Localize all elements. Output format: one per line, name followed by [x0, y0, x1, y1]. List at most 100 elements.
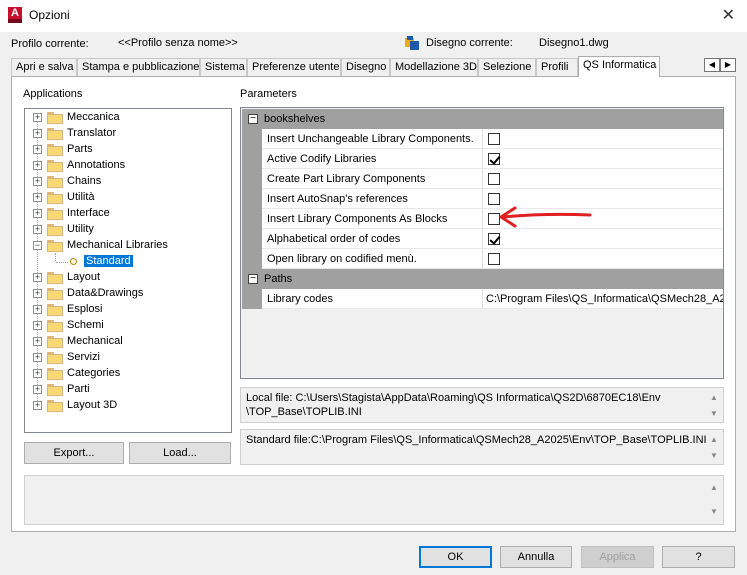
category-row-paths[interactable]: − Paths	[242, 269, 723, 289]
tree-item-parti[interactable]: + Parti	[25, 382, 231, 398]
tab-preferenze-utente[interactable]: Preferenze utente	[247, 58, 341, 76]
local-file-scrollbar[interactable]: ▲ ▼	[707, 390, 721, 422]
expand-icon[interactable]: +	[33, 161, 42, 170]
tree-item-data-drawings[interactable]: + Data&Drawings	[25, 286, 231, 302]
expand-icon[interactable]: +	[33, 353, 42, 362]
applications-label: Applications	[23, 88, 83, 100]
folder-icon	[47, 400, 63, 412]
tree-item-servizi[interactable]: + Servizi	[25, 350, 231, 366]
standard-file-scrollbar[interactable]: ▲ ▼	[707, 432, 721, 464]
tree-item-standard[interactable]: Standard	[25, 254, 231, 270]
tree-item-label: Mechanical Libraries	[67, 239, 168, 251]
tab-qs-informatica[interactable]: QS Informatica	[578, 56, 660, 77]
active-codify-checkbox[interactable]	[488, 153, 500, 165]
property-name: Active Codify Libraries	[267, 153, 377, 165]
property-row[interactable]: Open library on codified menù.	[242, 249, 723, 269]
expand-icon[interactable]: +	[33, 385, 42, 394]
tab-sistema[interactable]: Sistema	[200, 58, 247, 76]
property-name: Insert AutoSnap's references	[267, 193, 408, 205]
tree-item-label: Layout 3D	[67, 399, 118, 411]
tab-apri-e-salva[interactable]: Apri e salva	[11, 58, 77, 76]
folder-icon	[47, 176, 63, 188]
tree-guide-line	[56, 262, 68, 263]
expand-icon[interactable]: +	[33, 401, 42, 410]
tab-scroll-right-button[interactable]: ▶	[720, 58, 736, 72]
expand-icon[interactable]: +	[33, 113, 42, 122]
tree-item-mechanical-libraries[interactable]: − Mechanical Libraries	[25, 238, 231, 254]
scroll-up-icon[interactable]: ▲	[707, 434, 721, 446]
collapse-icon[interactable]: −	[248, 274, 258, 284]
tree-item-label: Servizi	[67, 351, 101, 363]
folder-icon	[47, 368, 63, 380]
expand-icon[interactable]: +	[33, 209, 42, 218]
tree-item-meccanica[interactable]: + Meccanica	[25, 110, 231, 126]
alphabetical-order-checkbox[interactable]	[488, 233, 500, 245]
scroll-up-icon[interactable]: ▲	[707, 482, 721, 494]
export-button[interactable]: Export...	[24, 442, 124, 464]
tab-scroll-left-button[interactable]: ◀	[704, 58, 720, 72]
help-button[interactable]: ?	[662, 546, 735, 568]
expand-icon[interactable]: +	[33, 289, 42, 298]
scroll-down-icon[interactable]: ▼	[707, 408, 721, 420]
tab-profili[interactable]: Profili	[536, 58, 578, 76]
scroll-down-icon[interactable]: ▼	[707, 450, 721, 462]
expand-icon[interactable]: +	[33, 225, 42, 234]
expand-icon[interactable]: +	[33, 129, 42, 138]
expand-icon[interactable]: +	[33, 369, 42, 378]
expand-icon[interactable]: +	[33, 337, 42, 346]
parameters-grid[interactable]: − bookshelves Insert Unchangeable Librar…	[240, 107, 724, 379]
collapse-icon[interactable]: −	[33, 241, 42, 250]
tree-item-interface[interactable]: + Interface	[25, 206, 231, 222]
tree-item-utilita[interactable]: + Utilità	[25, 190, 231, 206]
property-row[interactable]: Insert AutoSnap's references	[242, 189, 723, 209]
description-box: ▲ ▼	[24, 475, 724, 525]
tree-item-schemi[interactable]: + Schemi	[25, 318, 231, 334]
expand-icon[interactable]: +	[33, 193, 42, 202]
expand-icon[interactable]: +	[33, 321, 42, 330]
open-library-checkbox[interactable]	[488, 253, 500, 265]
tree-item-categories[interactable]: + Categories	[25, 366, 231, 382]
library-codes-path-value[interactable]: C:\Program Files\QS_Informatica\QSMech28…	[486, 293, 723, 305]
insert-unchangeable-checkbox[interactable]	[488, 133, 500, 145]
expand-icon[interactable]: +	[33, 145, 42, 154]
tree-item-label: Schemi	[67, 319, 104, 331]
description-scrollbar[interactable]: ▲ ▼	[707, 480, 721, 522]
scroll-up-icon[interactable]: ▲	[707, 392, 721, 404]
applications-tree[interactable]: + Meccanica + Translator + Parts + Annot…	[24, 108, 232, 433]
property-row[interactable]: Library codes C:\Program Files\QS_Inform…	[242, 289, 723, 309]
tab-modellazione-3d[interactable]: Modellazione 3D	[390, 58, 478, 76]
tree-item-label: Meccanica	[67, 111, 120, 123]
tree-item-layout[interactable]: + Layout	[25, 270, 231, 286]
property-row[interactable]: Alphabetical order of codes	[242, 229, 723, 249]
property-row[interactable]: Insert Library Components As Blocks	[242, 209, 723, 229]
close-icon[interactable]: ✕	[722, 5, 735, 25]
tree-item-annotations[interactable]: + Annotations	[25, 158, 231, 174]
tree-item-chains[interactable]: + Chains	[25, 174, 231, 190]
tree-item-parts[interactable]: + Parts	[25, 142, 231, 158]
tab-disegno[interactable]: Disegno	[341, 58, 390, 76]
tree-item-esplosi[interactable]: + Esplosi	[25, 302, 231, 318]
cancel-button[interactable]: Annulla	[500, 546, 572, 568]
property-row[interactable]: Create Part Library Components	[242, 169, 723, 189]
tree-item-translator[interactable]: + Translator	[25, 126, 231, 142]
tab-selezione[interactable]: Selezione	[478, 58, 536, 76]
expand-icon[interactable]: +	[33, 305, 42, 314]
category-label: bookshelves	[264, 113, 326, 125]
local-file-line2: \TOP_Base\TOPLIB.INI	[246, 406, 362, 418]
expand-icon[interactable]: +	[33, 177, 42, 186]
collapse-icon[interactable]: −	[248, 114, 258, 124]
property-row[interactable]: Insert Unchangeable Library Components.	[242, 129, 723, 149]
expand-icon[interactable]: +	[33, 273, 42, 282]
load-button[interactable]: Load...	[129, 442, 231, 464]
tree-item-utility[interactable]: + Utility	[25, 222, 231, 238]
tree-item-layout-3d[interactable]: + Layout 3D	[25, 398, 231, 414]
apply-button[interactable]: Applica	[581, 546, 654, 568]
tab-stampa-e-pubblicazione[interactable]: Stampa e pubblicazione	[77, 58, 200, 76]
category-row-bookshelves[interactable]: − bookshelves	[242, 109, 723, 129]
tree-item-label: Utilità	[67, 191, 95, 203]
scroll-down-icon[interactable]: ▼	[707, 506, 721, 518]
tree-item-mechanical[interactable]: + Mechanical	[25, 334, 231, 350]
property-row[interactable]: Active Codify Libraries	[242, 149, 723, 169]
create-part-library-checkbox[interactable]	[488, 173, 500, 185]
ok-button[interactable]: OK	[419, 546, 492, 568]
